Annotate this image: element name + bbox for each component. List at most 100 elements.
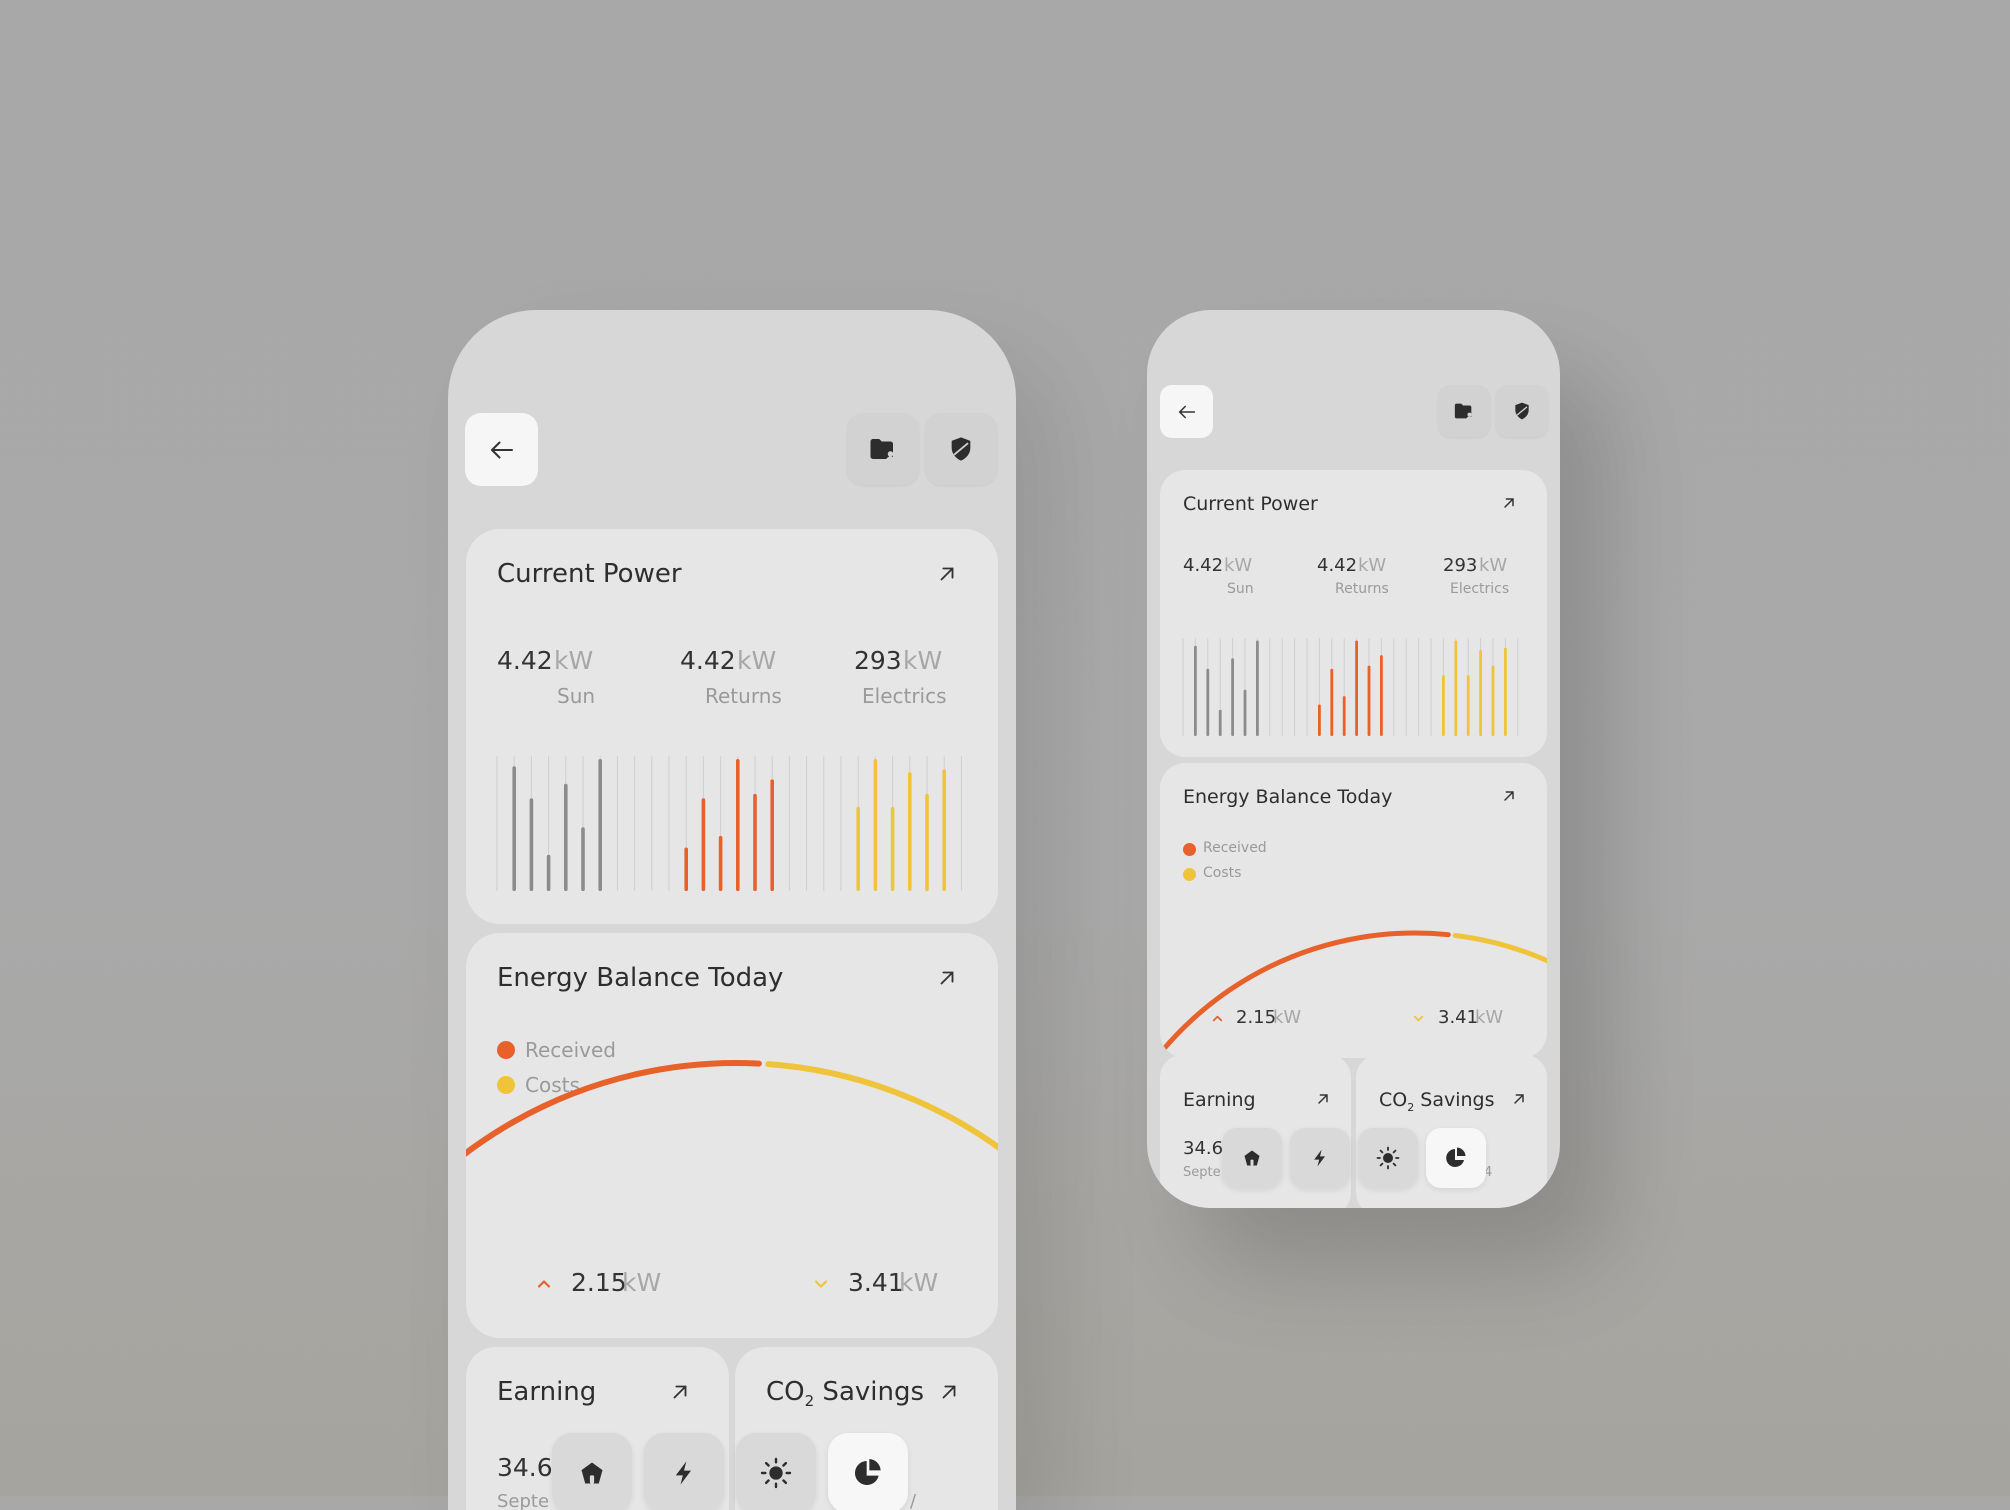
bar-electrics-5: [1504, 647, 1507, 736]
home-icon: [1244, 1150, 1260, 1166]
folder-user-button[interactable]: [1438, 385, 1490, 437]
arrow-up-right-icon[interactable]: [669, 1381, 691, 1403]
bar-electrics-2: [890, 806, 895, 891]
arrow-up-right-icon[interactable]: [938, 1381, 960, 1403]
folder-user-button[interactable]: [847, 413, 919, 485]
bar-electrics-0: [1442, 675, 1445, 736]
bar-electrics-4: [1491, 665, 1495, 736]
nav-solar[interactable]: [736, 1433, 816, 1510]
energy-balance-card[interactable]: Energy Balance Today Received Costs 2.15…: [466, 933, 998, 1338]
bar-returns-0: [684, 847, 688, 891]
bar-sun-2: [546, 854, 551, 891]
bar-sun-3: [1231, 658, 1234, 736]
costs-unit: kW: [1475, 1007, 1504, 1028]
bar-returns-2: [1342, 696, 1346, 736]
bottom-nav: [552, 1433, 908, 1510]
bar-returns-1: [701, 798, 706, 891]
bar-sun-2: [1218, 709, 1222, 736]
card-title: CO2 Savings: [1379, 1089, 1495, 1114]
bar-electrics-1: [1454, 640, 1458, 736]
co2-sub: /: [910, 1491, 917, 1510]
pie-chart-icon: [1446, 1147, 1466, 1167]
bar-electrics-4: [925, 793, 929, 891]
folder-user-icon: [1454, 403, 1473, 420]
card-title: Current Power: [497, 559, 682, 589]
chevron-up-icon: [537, 1280, 551, 1288]
bar-sun-4: [1243, 689, 1247, 736]
nav-energy[interactable]: [644, 1433, 724, 1510]
bolt-icon: [1314, 1149, 1325, 1167]
bar-returns-0: [1318, 704, 1321, 736]
back-button[interactable]: [465, 413, 538, 486]
bar-electrics-3: [1479, 649, 1482, 736]
earning-value: 34.6: [497, 1453, 553, 1482]
phone-large: Current Power 4.42 kW Sun 4.42 kW Return…: [448, 310, 1016, 1510]
bar-sun-5: [1256, 640, 1259, 736]
nav-analytics[interactable]: [828, 1433, 908, 1510]
bar-sun-4: [581, 827, 585, 891]
arc-received: [1160, 930, 1451, 1058]
chevron-up-icon: [1212, 1015, 1223, 1022]
bar-returns-5: [1380, 655, 1383, 736]
shield-icon: [951, 437, 971, 461]
earning-value: 34.6: [1183, 1138, 1224, 1159]
bottom-nav: [1222, 1128, 1486, 1188]
earning-sub: Septe: [497, 1491, 550, 1510]
bar-sun-5: [598, 759, 602, 891]
bar-sun-3: [564, 783, 568, 891]
bar-electrics-2: [1466, 675, 1470, 736]
earning-sub: Septe: [1183, 1165, 1221, 1180]
bar-electrics-0: [856, 806, 860, 891]
card-title: CO2 Savings: [766, 1377, 925, 1411]
shield-icon: [1515, 402, 1529, 420]
arc-costs: [765, 1061, 998, 1151]
bar-returns-5: [770, 779, 774, 891]
sun-icon: [1376, 1146, 1400, 1170]
home-icon: [581, 1462, 603, 1484]
arrow-up-right-icon[interactable]: [936, 563, 958, 585]
current-power-card[interactable]: Current Power 4.42 kW Sun 4.42 kW Return…: [466, 529, 998, 924]
costs-unit: kW: [899, 1268, 939, 1297]
bar-returns-3: [736, 759, 740, 891]
arrow-left-icon: [1178, 405, 1195, 418]
current-power-card[interactable]: Current Power 4.42 kW Sun 4.42 kW Return…: [1160, 470, 1547, 757]
received-value: 2.15: [1236, 1007, 1277, 1028]
bar-sun-1: [1206, 668, 1210, 736]
bolt-icon: [675, 1461, 691, 1485]
nav-analytics[interactable]: [1426, 1128, 1486, 1188]
received-unit: kW: [1273, 1007, 1302, 1028]
bar-returns-2: [718, 835, 723, 891]
costs-value: 3.41: [1438, 1007, 1479, 1028]
arrow-up-right-icon[interactable]: [1315, 1091, 1331, 1107]
nav-energy[interactable]: [1290, 1128, 1350, 1188]
sun-icon: [760, 1457, 792, 1489]
chevron-down-icon: [1413, 1015, 1424, 1022]
nav-home[interactable]: [1222, 1128, 1282, 1188]
energy-balance-card[interactable]: Energy Balance Today Received Costs 2.15…: [1160, 763, 1547, 1058]
shield-button[interactable]: [1496, 385, 1548, 437]
bar-returns-3: [1355, 640, 1358, 736]
nav-home[interactable]: [552, 1433, 632, 1510]
chevron-down-icon: [814, 1280, 828, 1288]
nav-solar[interactable]: [1358, 1128, 1418, 1188]
received-unit: kW: [622, 1268, 662, 1297]
bar-electrics-3: [908, 772, 912, 891]
shield-button[interactable]: [925, 413, 997, 485]
power-bar-chart: [1182, 638, 1519, 736]
bar-electrics-5: [942, 769, 946, 891]
pie-chart-icon: [854, 1459, 881, 1485]
card-title: Earning: [1183, 1089, 1256, 1111]
back-button[interactable]: [1160, 385, 1213, 438]
arrow-up-right-icon[interactable]: [1501, 495, 1517, 511]
costs-value: 3.41: [848, 1268, 904, 1297]
arrow-up-right-icon[interactable]: [1511, 1091, 1527, 1107]
bar-sun-0: [1194, 645, 1197, 736]
bar-electrics-1: [873, 759, 878, 891]
arc-received: [466, 1060, 762, 1157]
folder-user-icon: [870, 439, 896, 461]
phone-small: Current Power 4.42 kW Sun 4.42 kW Return…: [1147, 310, 1560, 1208]
card-title: Earning: [497, 1377, 597, 1407]
bar-returns-4: [753, 793, 757, 891]
power-bar-chart: [496, 756, 962, 891]
bar-returns-1: [1330, 668, 1334, 736]
